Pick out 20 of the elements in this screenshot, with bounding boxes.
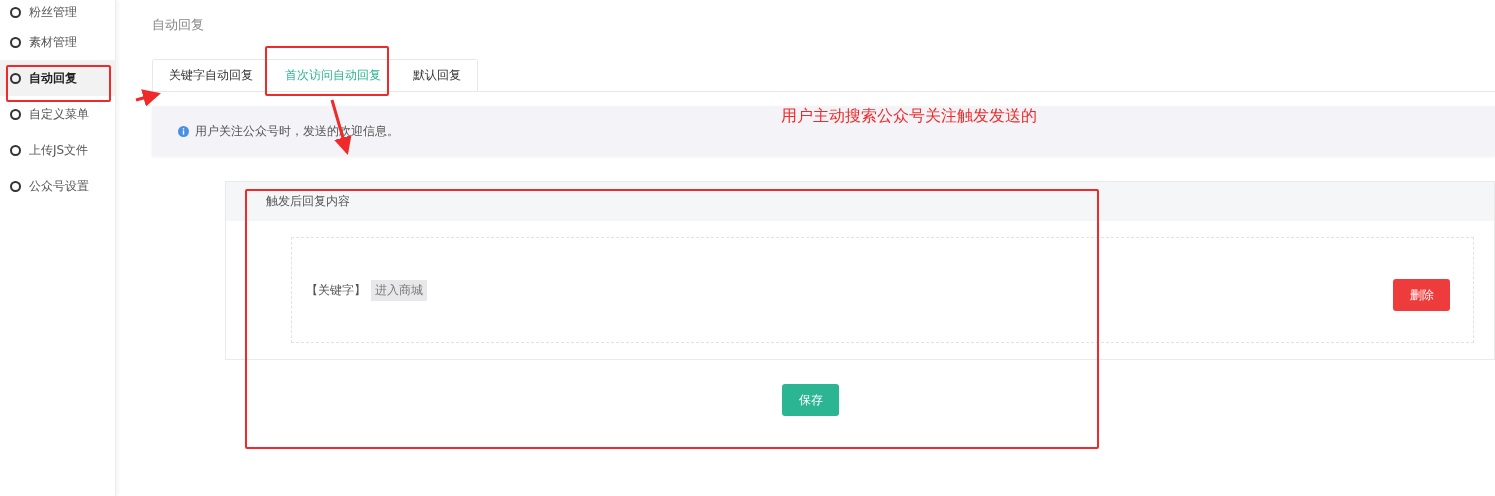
sidebar-item[interactable]: 上传JS文件 [0,132,115,168]
circle-icon [10,72,21,84]
circle-icon [10,180,21,192]
circle-icon [10,144,21,156]
page-title: 自动回复 [152,16,205,34]
sidebar-item[interactable]: 粉丝管理 [0,0,115,24]
circle-icon [10,108,21,120]
keyword-label: 【关键字】 [306,281,366,299]
sidebar-item[interactable]: 自动回复 [0,60,115,96]
sidebar-item[interactable]: 自定义菜单 [0,96,115,132]
annotation-text: 用户主动搜索公众号关注触发发送的 [781,106,1037,127]
sidebar-item[interactable]: 公众号设置 [0,168,115,204]
circle-icon [10,36,21,48]
keyword-tag: 进入商城 [371,279,427,301]
sidebar-item[interactable]: 素材管理 [0,24,115,60]
card-header: 触发后回复内容 [226,182,1494,221]
arrow [135,89,161,107]
delete-button[interactable]: 删除 [1393,279,1450,311]
circle-icon [10,6,21,18]
info-icon [178,125,189,137]
